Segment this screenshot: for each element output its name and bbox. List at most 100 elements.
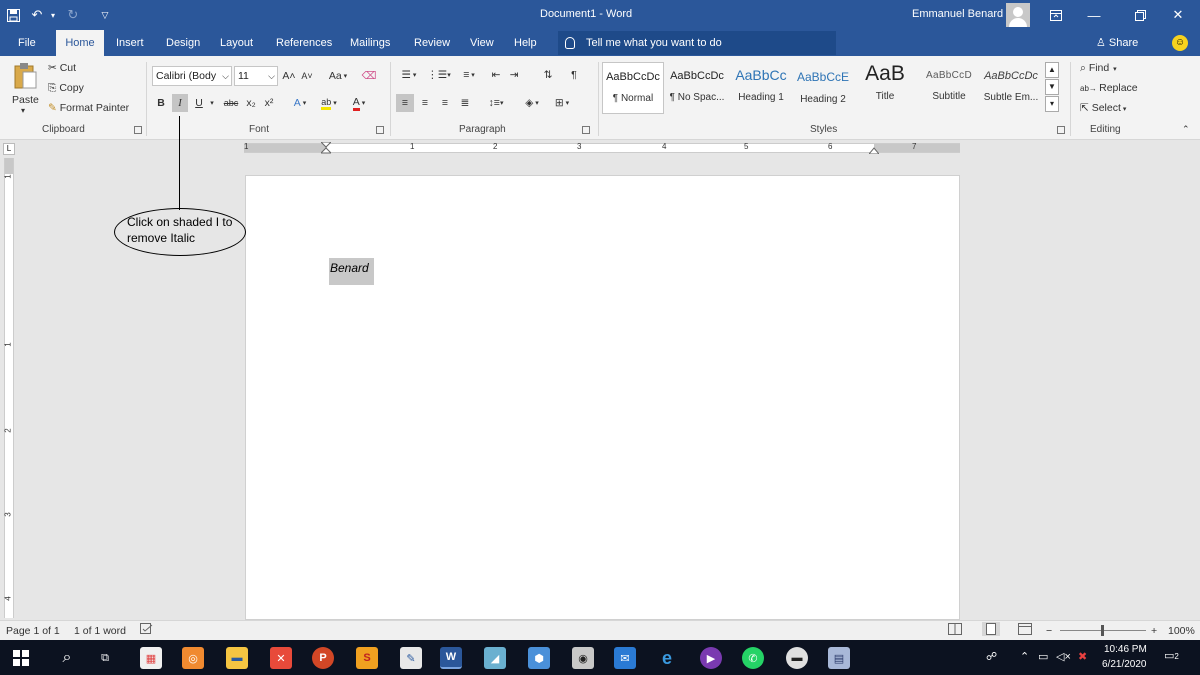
- avatar[interactable]: [1006, 3, 1030, 27]
- ribbon-display-options-icon[interactable]: [1038, 0, 1074, 30]
- save-icon[interactable]: [4, 6, 22, 24]
- share-button[interactable]: ♙ Share: [1096, 30, 1138, 56]
- change-case-button[interactable]: Aa ▾: [324, 67, 352, 85]
- app-icon[interactable]: ▶: [700, 647, 722, 669]
- tab-selector[interactable]: L: [3, 143, 15, 155]
- camera-icon[interactable]: ◉: [572, 647, 594, 669]
- app-icon[interactable]: ▤: [828, 647, 850, 669]
- text-effects-icon[interactable]: A ▾: [288, 94, 312, 112]
- decrease-indent-icon[interactable]: ⇤: [488, 66, 504, 84]
- undo-dropdown-icon[interactable]: ▾: [48, 6, 58, 24]
- format-painter-button[interactable]: ✎ Format Painter: [48, 102, 129, 114]
- notifications-icon[interactable]: ▭2: [1164, 649, 1179, 662]
- search-icon[interactable]: ⌕: [56, 647, 78, 669]
- tab-insert[interactable]: Insert: [110, 30, 150, 56]
- highlight-color-icon[interactable]: ab ▾: [316, 94, 342, 112]
- font-color-icon[interactable]: A ▾: [346, 94, 372, 112]
- font-name-combo[interactable]: Calibri (Body ⌵: [152, 66, 232, 86]
- find-button[interactable]: ⌕ Find ▾: [1080, 62, 1117, 75]
- paragraph-launcher-icon[interactable]: [582, 126, 590, 134]
- sort-icon[interactable]: ⇅: [540, 66, 556, 84]
- bullets-icon[interactable]: ☰ ▾: [396, 66, 422, 84]
- web-layout-icon[interactable]: [1018, 623, 1032, 638]
- app-icon[interactable]: ◎: [182, 647, 204, 669]
- multilevel-list-icon[interactable]: ≡ ▾: [456, 66, 482, 84]
- customize-qat-icon[interactable]: ▽: [96, 6, 114, 24]
- whatsapp-icon[interactable]: ✆: [742, 647, 764, 669]
- align-right-icon[interactable]: ≡: [436, 94, 454, 112]
- tell-me-search[interactable]: Tell me what you want to do: [558, 31, 836, 55]
- clock-date[interactable]: 6/21/2020: [1102, 659, 1147, 670]
- undo-icon[interactable]: ↶: [26, 6, 48, 24]
- italic-button[interactable]: I: [172, 94, 188, 112]
- tab-references[interactable]: References: [270, 30, 338, 56]
- feedback-smiley-icon[interactable]: ☺: [1172, 35, 1188, 51]
- borders-icon[interactable]: ⊞ ▾: [548, 94, 576, 112]
- tab-file[interactable]: File: [12, 30, 42, 56]
- shading-icon[interactable]: ◈ ▾: [518, 94, 546, 112]
- shrink-font-button[interactable]: A˅: [300, 67, 314, 85]
- word-count[interactable]: 1 of 1 word: [74, 625, 126, 637]
- style-title[interactable]: AaB Title: [854, 62, 916, 114]
- store-icon[interactable]: ▦: [140, 647, 162, 669]
- zoom-in-button[interactable]: +: [1151, 625, 1157, 637]
- selected-text[interactable]: Benard: [329, 258, 374, 285]
- app-icon[interactable]: ✕: [270, 647, 292, 669]
- cut-button[interactable]: ✂ Cut: [48, 62, 76, 74]
- app-icon[interactable]: ✎: [400, 647, 422, 669]
- tab-view[interactable]: View: [464, 30, 500, 56]
- superscript-button[interactable]: x²: [262, 94, 276, 112]
- show-marks-icon[interactable]: ¶: [566, 66, 582, 84]
- tab-review[interactable]: Review: [408, 30, 456, 56]
- clock-time[interactable]: 10:46 PM: [1104, 644, 1147, 655]
- style-heading-2[interactable]: AaBbCcE Heading 2: [792, 62, 854, 114]
- collapse-ribbon-icon[interactable]: ⌃: [1182, 124, 1190, 135]
- style-no-spacing[interactable]: AaBbCcDc ¶ No Spac...: [666, 62, 728, 114]
- style-normal[interactable]: AaBbCcDc ¶ Normal: [602, 62, 664, 114]
- numbering-icon[interactable]: ⋮☰ ▾: [426, 66, 452, 84]
- battery-icon[interactable]: ▭: [1038, 650, 1048, 663]
- line-spacing-icon[interactable]: ↕≡ ▾: [482, 94, 510, 112]
- zoom-out-button[interactable]: −: [1046, 625, 1052, 637]
- account-name[interactable]: Emmanuel Benard: [912, 8, 1003, 20]
- horizontal-ruler[interactable]: 1 1 2 3 4 5 6 7: [244, 141, 960, 155]
- font-launcher-icon[interactable]: [376, 126, 384, 134]
- subscript-button[interactable]: x₂: [244, 94, 258, 112]
- indent-marker-icon[interactable]: [319, 141, 333, 154]
- edge-icon[interactable]: e: [656, 647, 678, 669]
- restore-icon[interactable]: [1122, 0, 1158, 30]
- document-page[interactable]: Benard: [245, 175, 960, 620]
- paste-icon[interactable]: [12, 62, 38, 90]
- tab-design[interactable]: Design: [160, 30, 206, 56]
- style-subtle-emphasis[interactable]: AaBbCcDc Subtle Em...: [980, 62, 1042, 114]
- tab-home[interactable]: Home: [56, 30, 104, 56]
- bold-button[interactable]: B: [154, 94, 168, 112]
- chevron-down-icon[interactable]: ▼: [1045, 79, 1059, 95]
- style-heading-1[interactable]: AaBbCc Heading 1: [730, 62, 792, 114]
- underline-dropdown-icon[interactable]: ▾: [208, 94, 216, 112]
- font-size-combo[interactable]: 11 ⌵: [234, 66, 278, 86]
- read-mode-icon[interactable]: [948, 623, 962, 638]
- app-icon[interactable]: ⬢: [528, 647, 550, 669]
- vertical-ruler[interactable]: 1 1 2 3 4: [4, 158, 14, 618]
- paste-dropdown-icon[interactable]: ▾: [21, 106, 25, 115]
- volume-icon[interactable]: ◁×: [1056, 650, 1071, 663]
- file-explorer-icon[interactable]: ▬: [226, 647, 248, 669]
- task-view-icon[interactable]: ⧉: [94, 647, 116, 669]
- windows-start-icon[interactable]: [10, 647, 32, 669]
- clear-formatting-icon[interactable]: ⌫: [360, 67, 378, 85]
- clipboard-launcher-icon[interactable]: [134, 126, 142, 134]
- copy-button[interactable]: ⎘ Copy: [48, 82, 84, 95]
- mail-icon[interactable]: ✉: [614, 647, 636, 669]
- zoom-level[interactable]: 100%: [1168, 625, 1195, 637]
- page-count[interactable]: Page 1 of 1: [6, 625, 60, 637]
- strikethrough-button[interactable]: abc: [220, 94, 242, 112]
- replace-button[interactable]: ab→ Replace: [1080, 82, 1138, 94]
- network-icon[interactable]: ✖: [1078, 650, 1087, 663]
- app-icon[interactable]: ▬: [786, 647, 808, 669]
- more-styles-icon[interactable]: ▾: [1045, 96, 1059, 112]
- tab-layout[interactable]: Layout: [214, 30, 259, 56]
- word-icon[interactable]: W: [440, 647, 462, 669]
- align-center-icon[interactable]: ≡: [416, 94, 434, 112]
- justify-icon[interactable]: ≣: [456, 94, 474, 112]
